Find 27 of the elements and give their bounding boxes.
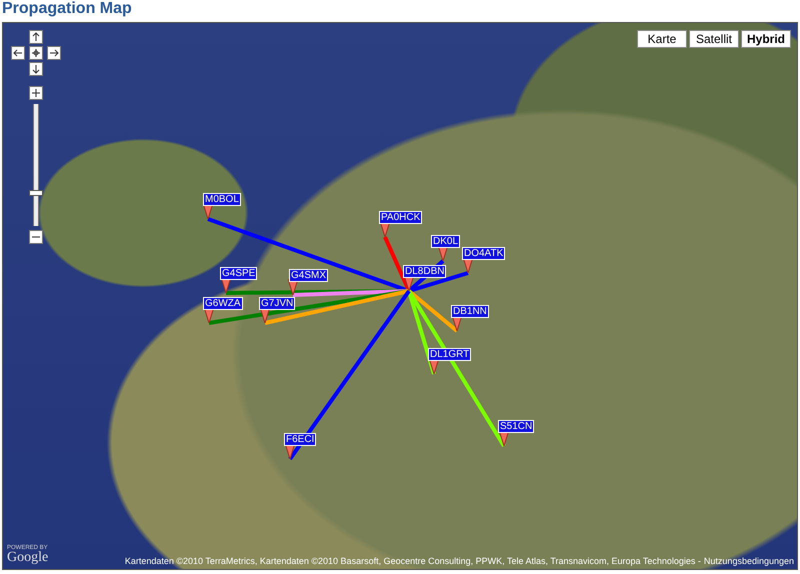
map-attribution: Kartendaten ©2010 TerraMetrics, Kartendaten ©2010 Basarsoft, Geocentre Consulting, PPWK, Tele Atlas, Transnavicom, Europa Technologies - xyxy=(124,556,701,566)
map-type-button[interactable]: Karte xyxy=(637,30,687,48)
zoom-out-icon[interactable] xyxy=(29,230,43,244)
map-type-button[interactable]: Satellit xyxy=(689,30,739,48)
map-type-button[interactable]: Hybrid xyxy=(741,30,791,48)
callsign-label: G6WZA xyxy=(203,297,243,310)
callsign-label: S51CN xyxy=(498,420,534,433)
callsign-label: G4SPE xyxy=(220,267,258,280)
zoom-slider-thumb[interactable] xyxy=(29,190,43,196)
callsign-label: G7JVN xyxy=(259,297,296,310)
callsign-label: M0BOL xyxy=(203,193,241,206)
zoom-in-icon[interactable] xyxy=(29,86,43,100)
callsign-label: G4SMX xyxy=(289,269,328,282)
page-title: Propagation Map xyxy=(2,0,133,19)
pan-up-icon[interactable] xyxy=(29,30,43,44)
callsign-label: DO4ATK xyxy=(462,247,506,260)
callsign-label: DB1NN xyxy=(451,305,489,318)
terms-link[interactable]: Nutzungsbedingungen xyxy=(704,556,794,566)
pan-down-icon[interactable] xyxy=(29,62,43,76)
pan-right-icon[interactable] xyxy=(47,46,61,60)
callsign-label: DL8DBN xyxy=(403,265,446,278)
callsign-label: PA0HCK xyxy=(379,211,422,224)
pan-center-icon[interactable] xyxy=(29,46,43,60)
callsign-label: DL1GRT xyxy=(428,348,472,361)
callsign-label: F6ECI xyxy=(284,433,316,446)
callsign-label: DK0L xyxy=(431,235,460,248)
pan-left-icon[interactable] xyxy=(11,46,25,60)
